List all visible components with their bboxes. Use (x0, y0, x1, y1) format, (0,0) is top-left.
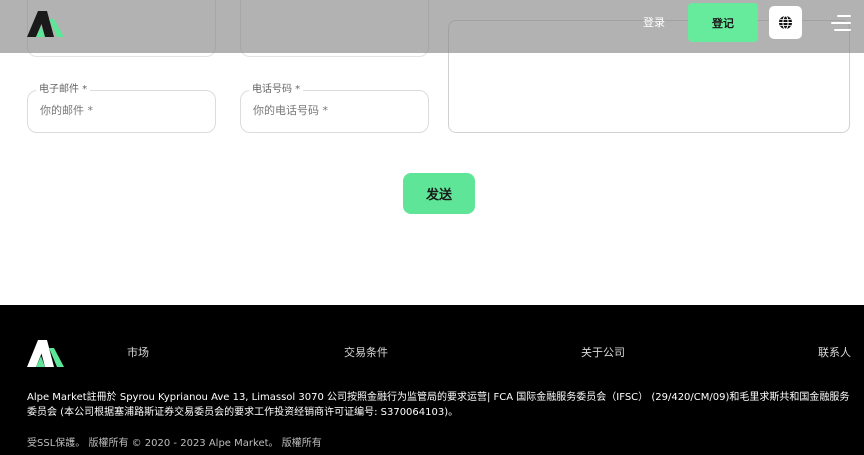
footer-nav-markets[interactable]: 市场 (127, 346, 149, 360)
footer-nav-about[interactable]: 关于公司 (581, 346, 625, 360)
phone-input[interactable] (253, 104, 418, 117)
phone-label: 电话号码 * (249, 84, 304, 96)
email-input[interactable] (40, 104, 205, 117)
footer-nav-trading-conditions[interactable]: 交易条件 (344, 346, 388, 360)
email-label: 电子邮件 * (36, 84, 91, 96)
send-button[interactable]: 发送 (403, 173, 475, 214)
site-footer: 市场 交易条件 关于公司 联系人 Alpe Market註冊於 Spyrou K… (0, 305, 864, 455)
email-field[interactable]: 电子邮件 * (27, 84, 216, 133)
globe-icon (779, 15, 792, 30)
phone-field[interactable]: 电话号码 * (240, 84, 429, 133)
alpe-logo-icon[interactable] (27, 340, 64, 367)
copyright-text: 受SSL保護。 版權所有 © 2020 - 2023 Alpe Market。 … (27, 438, 322, 449)
footer-nav-contacts[interactable]: 联系人 (818, 346, 851, 360)
legal-text: Alpe Market註冊於 Spyrou Kyprianou Ave 13, … (27, 392, 850, 418)
hamburger-menu-icon[interactable] (831, 14, 851, 32)
language-button[interactable] (769, 6, 802, 39)
alpe-logo-icon[interactable] (27, 11, 64, 37)
register-button[interactable]: 登记 (688, 3, 758, 42)
login-link[interactable]: 登录 (640, 15, 668, 31)
top-header: 登录 登记 (0, 0, 864, 53)
